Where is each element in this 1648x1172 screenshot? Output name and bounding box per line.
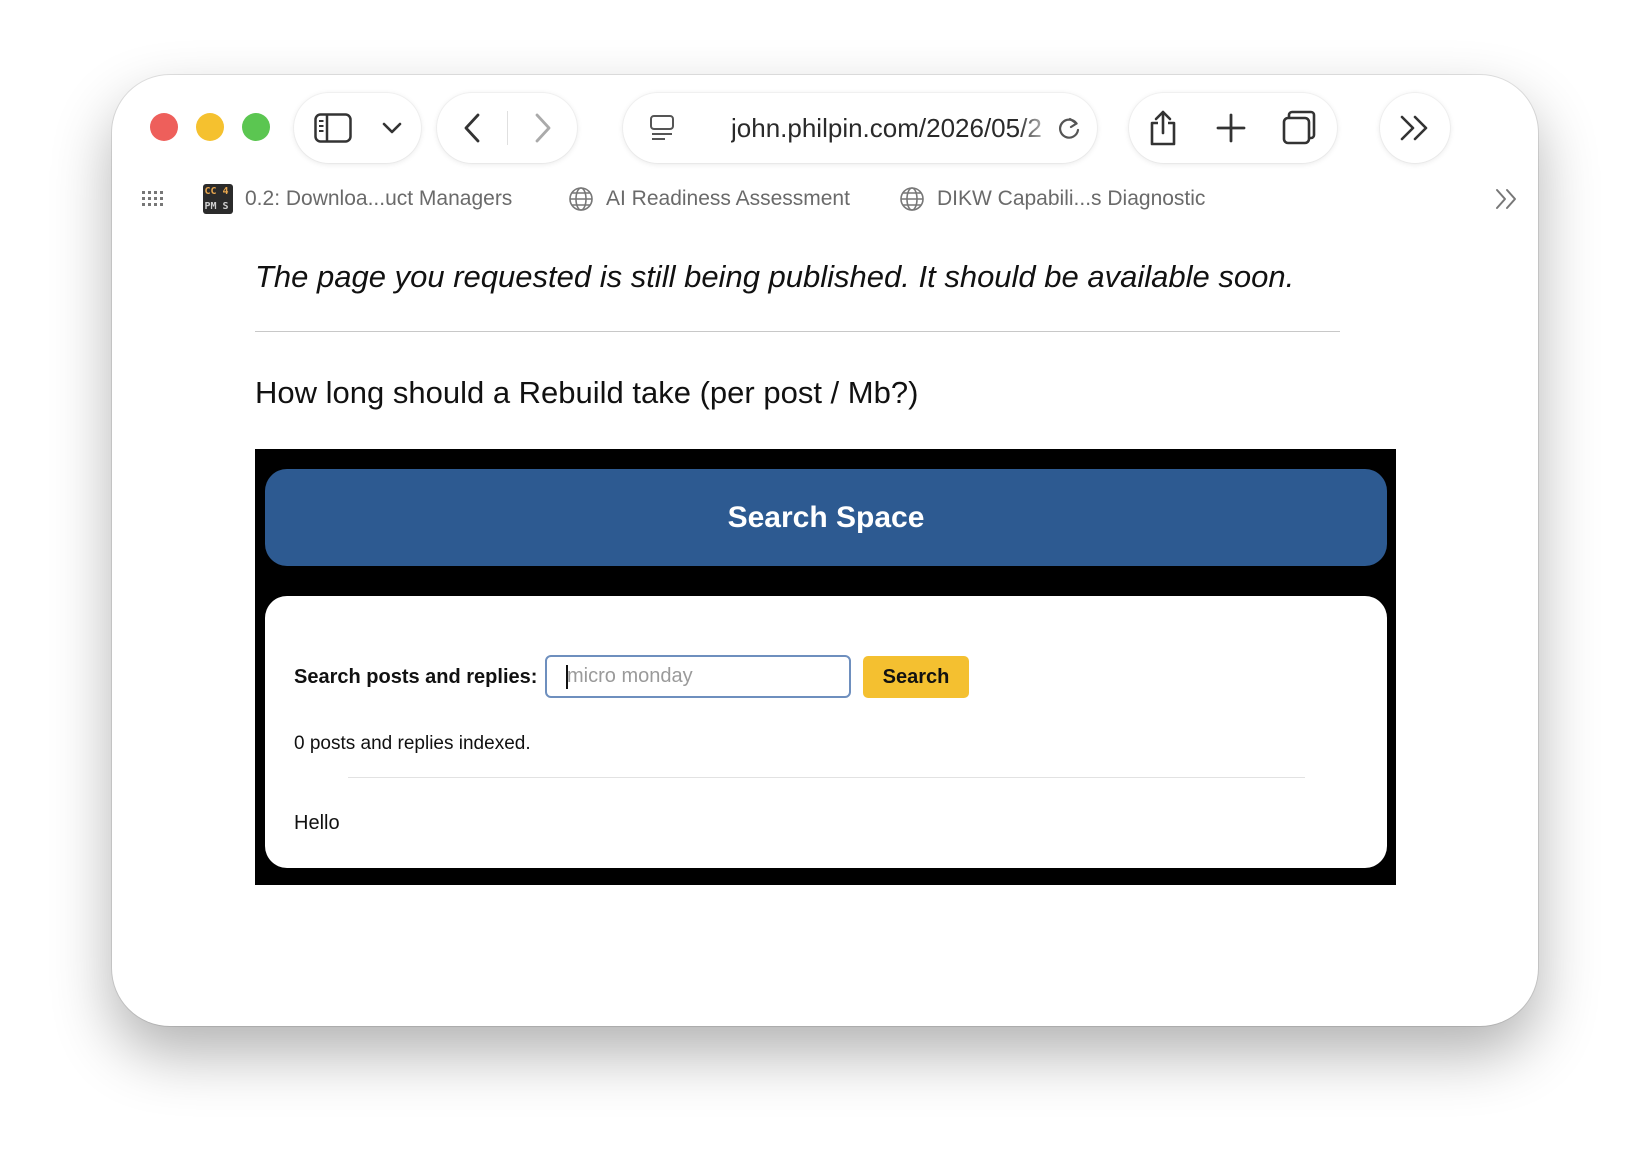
bookmark-item[interactable]: AI Readiness Assessment	[568, 175, 850, 223]
search-button[interactable]: Search	[863, 656, 969, 698]
favicon-text: S	[222, 201, 229, 212]
bookmark-item[interactable]: DIKW Capabili...s Diagnostic	[899, 175, 1205, 223]
window-controls	[150, 113, 270, 141]
back-icon	[464, 113, 480, 143]
search-label: Search posts and replies:	[294, 666, 538, 688]
grid-icon	[142, 191, 163, 206]
sidebar-controls	[294, 93, 421, 163]
bookmarks-overflow-button[interactable]	[1494, 175, 1520, 223]
globe-icon	[900, 187, 924, 211]
search-space-banner: Search Space	[265, 469, 1387, 566]
forward-button[interactable]	[508, 93, 577, 163]
favicon-text: CC	[204, 186, 217, 197]
back-button[interactable]	[437, 93, 507, 163]
divider	[255, 331, 1340, 332]
bookmark-label: DIKW Capabili...s Diagnostic	[937, 187, 1206, 210]
card-divider	[348, 777, 1305, 778]
all-bookmarks-button[interactable]	[141, 175, 165, 223]
banner-title: Search Space	[727, 500, 925, 534]
browser-window: john.philpin.com/2026/05/2 CC 4 PM S 0.2…	[112, 75, 1538, 1026]
ccpms-favicon: CC 4 PM S	[203, 184, 233, 214]
favorites-bar: CC 4 PM S 0.2: Downloa...uct Managers AI…	[112, 175, 1538, 223]
minimize-window-button[interactable]	[196, 113, 224, 141]
search-space-embed: Search Space Search posts and replies: S…	[255, 449, 1396, 885]
zoom-window-button[interactable]	[242, 113, 270, 141]
reader-icon	[650, 115, 674, 140]
tab-actions	[1129, 93, 1337, 163]
reader-button[interactable]	[637, 93, 687, 163]
bookmark-label: AI Readiness Assessment	[606, 187, 850, 210]
sidebar-icon	[314, 113, 352, 143]
globe-icon	[569, 187, 593, 211]
bookmark-label: 0.2: Downloa...uct Managers	[245, 187, 513, 210]
search-card: Search posts and replies: Search 0 posts…	[265, 596, 1387, 868]
more-icon	[1400, 115, 1428, 141]
indexed-count: 0 posts and replies indexed.	[294, 733, 531, 754]
share-button[interactable]	[1129, 93, 1197, 163]
forward-icon	[535, 113, 550, 143]
tab-overview-button[interactable]	[1265, 93, 1333, 163]
text-caret	[566, 665, 568, 689]
page-heading: How long should a Rebuild take (per post…	[255, 375, 919, 410]
publishing-notice: The page you requested is still being pu…	[255, 259, 1295, 294]
favicon-text: 4	[222, 186, 229, 197]
search-input[interactable]	[545, 655, 851, 698]
reload-icon	[1059, 117, 1080, 139]
toolbar-overflow-button[interactable]	[1380, 93, 1450, 163]
favicon-text: PM	[204, 201, 217, 212]
chevron-down-icon	[382, 122, 402, 134]
address-bar[interactable]: john.philpin.com/2026/05/2	[623, 93, 1097, 163]
new-tab-icon	[1216, 113, 1246, 143]
close-window-button[interactable]	[150, 113, 178, 141]
new-tab-button[interactable]	[1197, 93, 1265, 163]
bookmark-item[interactable]: CC 4 PM S 0.2: Downloa...uct Managers	[203, 175, 512, 223]
sidebar-menu-button[interactable]	[372, 93, 412, 163]
url-text[interactable]: john.philpin.com/2026/05/2	[731, 93, 1057, 163]
navigation-controls	[437, 93, 577, 163]
more-icon	[1496, 189, 1516, 209]
tab-overview-icon	[1282, 110, 1316, 145]
reload-button[interactable]	[1049, 93, 1089, 163]
sidebar-toggle-button[interactable]	[294, 93, 372, 163]
greeting-text: Hello	[294, 812, 340, 834]
share-icon	[1150, 110, 1176, 146]
